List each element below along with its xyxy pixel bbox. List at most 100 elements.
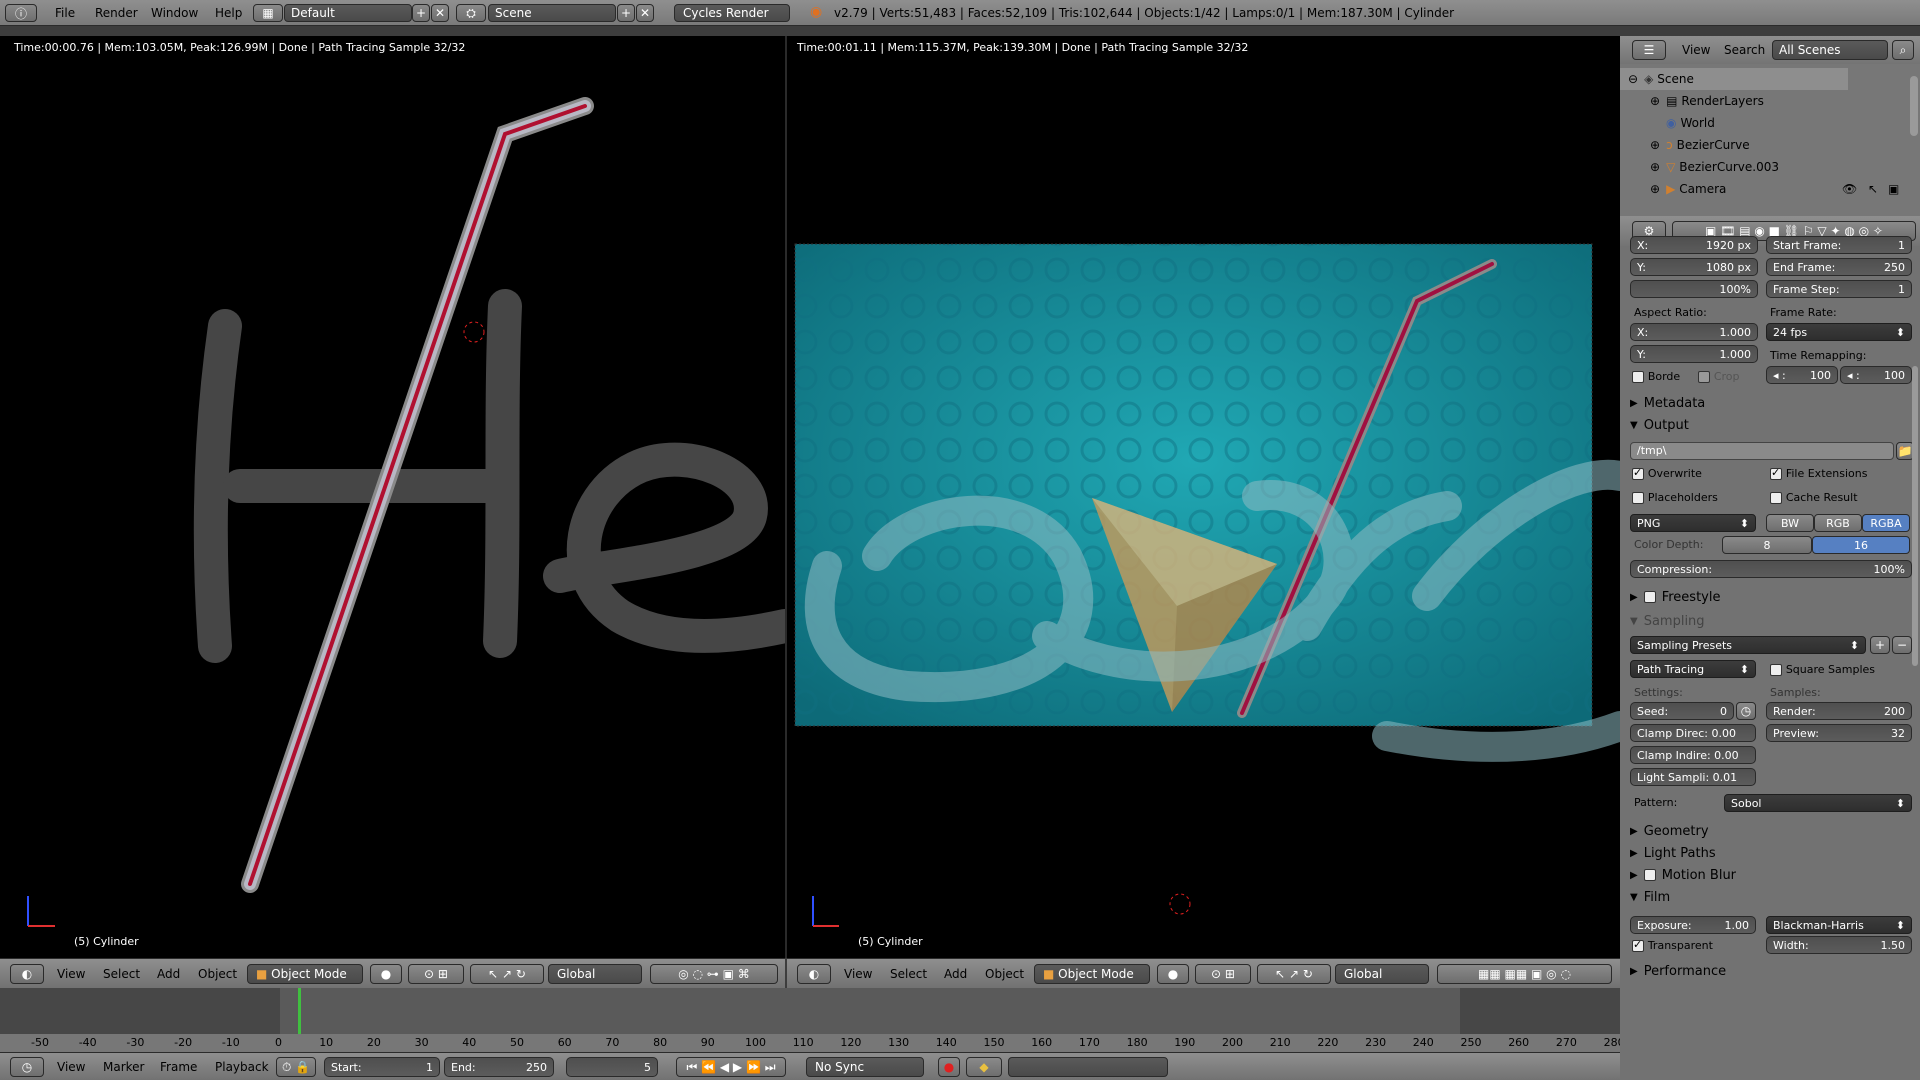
sync-dropdown[interactable]: No Sync (806, 1057, 924, 1077)
depth-8-button[interactable]: 8 (1722, 536, 1812, 554)
keying-icon[interactable]: ◆ (966, 1057, 1002, 1077)
sampling-panel-header[interactable]: ▼ Sampling (1630, 612, 1910, 630)
depth-16-button[interactable]: 16 (1812, 536, 1910, 554)
shading-mode-icon[interactable]: ● (370, 964, 402, 984)
screen-layout-icon[interactable]: ▦ (253, 4, 283, 22)
menu-view[interactable]: View (57, 1060, 85, 1074)
remove-screen-icon[interactable]: ✕ (431, 4, 449, 22)
menu-object[interactable]: Object (985, 967, 1024, 981)
preview-range-icon[interactable]: ⏱ 🔒 (276, 1057, 316, 1077)
seed-field[interactable]: Seed: 0 (1630, 702, 1734, 720)
color-rgba-button[interactable]: RGBA (1862, 514, 1910, 532)
current-frame-field[interactable]: 5 (566, 1057, 658, 1077)
pixel-filter-dropdown[interactable]: Blackman-Harris ⬍ (1766, 916, 1912, 934)
clamp-direct-field[interactable]: Clamp Direc: 0.00 (1630, 724, 1756, 742)
remove-scene-icon[interactable]: ✕ (636, 4, 654, 22)
shading-mode-icon[interactable]: ● (1157, 964, 1189, 984)
render-camera-icon[interactable]: ▣ (1888, 182, 1899, 196)
menu-search[interactable]: Search (1724, 43, 1765, 57)
timeline-area[interactable] (0, 988, 1620, 1038)
add-scene-icon[interactable]: + (617, 4, 635, 22)
film-panel-header[interactable]: ▼ Film (1630, 888, 1910, 906)
layer-and-snap-icons[interactable]: ▦▦ ▦▦ ▣ ◎ ◌ (1437, 964, 1612, 984)
menu-file[interactable]: File (55, 6, 75, 20)
outliner-row-camera[interactable]: ⊕ ▶ Camera (1620, 178, 1726, 200)
transform-manipulator-icons[interactable]: ↖ ↗ ↻ (1257, 964, 1331, 984)
orientation-dropdown[interactable]: Global (548, 964, 642, 984)
info-editor-type-button[interactable]: ⓘ (5, 4, 37, 22)
keying-set-field[interactable] (1008, 1057, 1168, 1077)
time-remap-old-field[interactable]: ◂ :100 (1766, 366, 1838, 384)
aspect-x-field[interactable]: X: 1.000 (1630, 323, 1758, 341)
visibility-eye-icon[interactable]: 👁 (1842, 182, 1857, 196)
menu-playback[interactable]: Playback (215, 1060, 269, 1074)
frame-rate-dropdown[interactable]: 24 fps ⬍ (1766, 323, 1912, 341)
time-remap-new-field[interactable]: ◂ :100 (1840, 366, 1912, 384)
screen-layout-field[interactable]: Default (284, 4, 412, 22)
placeholders-checkbox[interactable]: Placeholders (1632, 490, 1718, 504)
outliner-editor-icon[interactable]: ☰ (1632, 40, 1666, 60)
orientation-dropdown[interactable]: Global (1335, 964, 1429, 984)
metadata-panel-header[interactable]: ▶ Metadata (1630, 394, 1910, 412)
compression-field[interactable]: Compression: 100% (1630, 560, 1912, 578)
menu-add[interactable]: Add (157, 967, 180, 981)
menu-frame[interactable]: Frame (160, 1060, 197, 1074)
transparent-checkbox[interactable]: Transparent (1632, 938, 1713, 952)
resolution-x-field[interactable]: X: 1920 px (1630, 236, 1758, 254)
aspect-y-field[interactable]: Y: 1.000 (1630, 345, 1758, 363)
outliner-row-renderlayers[interactable]: ⊕ ▤ RenderLayers (1620, 90, 1764, 112)
start-frame-prop-field[interactable]: Start Frame: 1 (1766, 236, 1912, 254)
frame-step-field[interactable]: Frame Step: 1 (1766, 280, 1912, 298)
square-samples-checkbox[interactable]: Square Samples (1770, 662, 1875, 676)
performance-panel-header[interactable]: ▶ Performance (1630, 962, 1910, 980)
file-extensions-checkbox[interactable]: File Extensions (1770, 466, 1867, 480)
render-samples-field[interactable]: Render: 200 (1766, 702, 1912, 720)
end-frame-field[interactable]: End: 250 (444, 1057, 554, 1077)
start-frame-field[interactable]: Start: 1 (324, 1057, 440, 1077)
menu-view[interactable]: View (1682, 43, 1710, 57)
pivot-and-manipulator-icons[interactable]: ⊙ ⊞ (408, 964, 464, 984)
pivot-and-manipulator-icons[interactable]: ⊙ ⊞ (1195, 964, 1251, 984)
current-frame-indicator[interactable] (298, 988, 301, 1036)
menu-help[interactable]: Help (215, 6, 242, 20)
light-paths-panel-header[interactable]: ▶ Light Paths (1630, 844, 1910, 862)
color-bw-button[interactable]: BW (1766, 514, 1814, 532)
resolution-percent-field[interactable]: 100% (1630, 280, 1758, 298)
sampling-method-dropdown[interactable]: Path Tracing ⬍ (1630, 660, 1756, 678)
animate-seed-icon[interactable]: ◷ (1736, 702, 1756, 720)
outliner-scrollbar[interactable] (1910, 76, 1918, 136)
properties-scrollbar[interactable] (1912, 366, 1918, 666)
outliner-row-beziercurve[interactable]: ⊕ ↄ BezierCurve (1620, 134, 1750, 156)
add-screen-icon[interactable]: + (412, 4, 430, 22)
scene-icon[interactable]: ⛭ (456, 4, 486, 22)
pattern-dropdown[interactable]: Sobol ⬍ (1724, 794, 1912, 812)
exposure-field[interactable]: Exposure: 1.00 (1630, 916, 1756, 934)
transform-manipulator-icons[interactable]: ↖ ↗ ↻ (470, 964, 544, 984)
crop-checkbox[interactable]: Crop (1698, 369, 1740, 383)
preview-samples-field[interactable]: Preview: 32 (1766, 724, 1912, 742)
select-arrow-icon[interactable]: ↖ (1868, 182, 1878, 196)
output-panel-header[interactable]: ▼ Output (1630, 416, 1910, 434)
border-checkbox[interactable]: Borde (1632, 369, 1680, 383)
menu-render[interactable]: Render (95, 6, 138, 20)
output-path-field[interactable]: /tmp\ (1630, 442, 1894, 460)
menu-view[interactable]: View (57, 967, 85, 981)
freestyle-panel-header[interactable]: ▶ Freestyle (1630, 588, 1910, 606)
color-rgb-button[interactable]: RGB (1814, 514, 1862, 532)
menu-marker[interactable]: Marker (103, 1060, 144, 1074)
outliner-row-scene[interactable]: ⊖ ◈ Scene (1620, 68, 1848, 90)
outliner-row-world[interactable]: ◉ World (1620, 112, 1715, 134)
menu-view[interactable]: View (844, 967, 872, 981)
cache-result-checkbox[interactable]: Cache Result (1770, 490, 1858, 504)
menu-object[interactable]: Object (198, 967, 237, 981)
outliner-row-beziercurve-003[interactable]: ⊕ ▽ BezierCurve.003 (1620, 156, 1779, 178)
add-preset-icon[interactable]: + (1870, 636, 1890, 654)
sampling-presets-dropdown[interactable]: Sampling Presets ⬍ (1630, 636, 1866, 654)
mode-dropdown[interactable]: ■ Object Mode (1034, 964, 1150, 984)
menu-select[interactable]: Select (890, 967, 927, 981)
resolution-y-field[interactable]: Y: 1080 px (1630, 258, 1758, 276)
playback-controls[interactable]: ⏮ ⏪ ◀ ▶ ⏩ ⏭ (676, 1057, 786, 1077)
mode-dropdown[interactable]: ■ Object Mode (247, 964, 363, 984)
viewport-left[interactable]: Time:00:00.76 | Mem:103.05M, Peak:126.99… (0, 36, 785, 958)
menu-window[interactable]: Window (151, 6, 198, 20)
